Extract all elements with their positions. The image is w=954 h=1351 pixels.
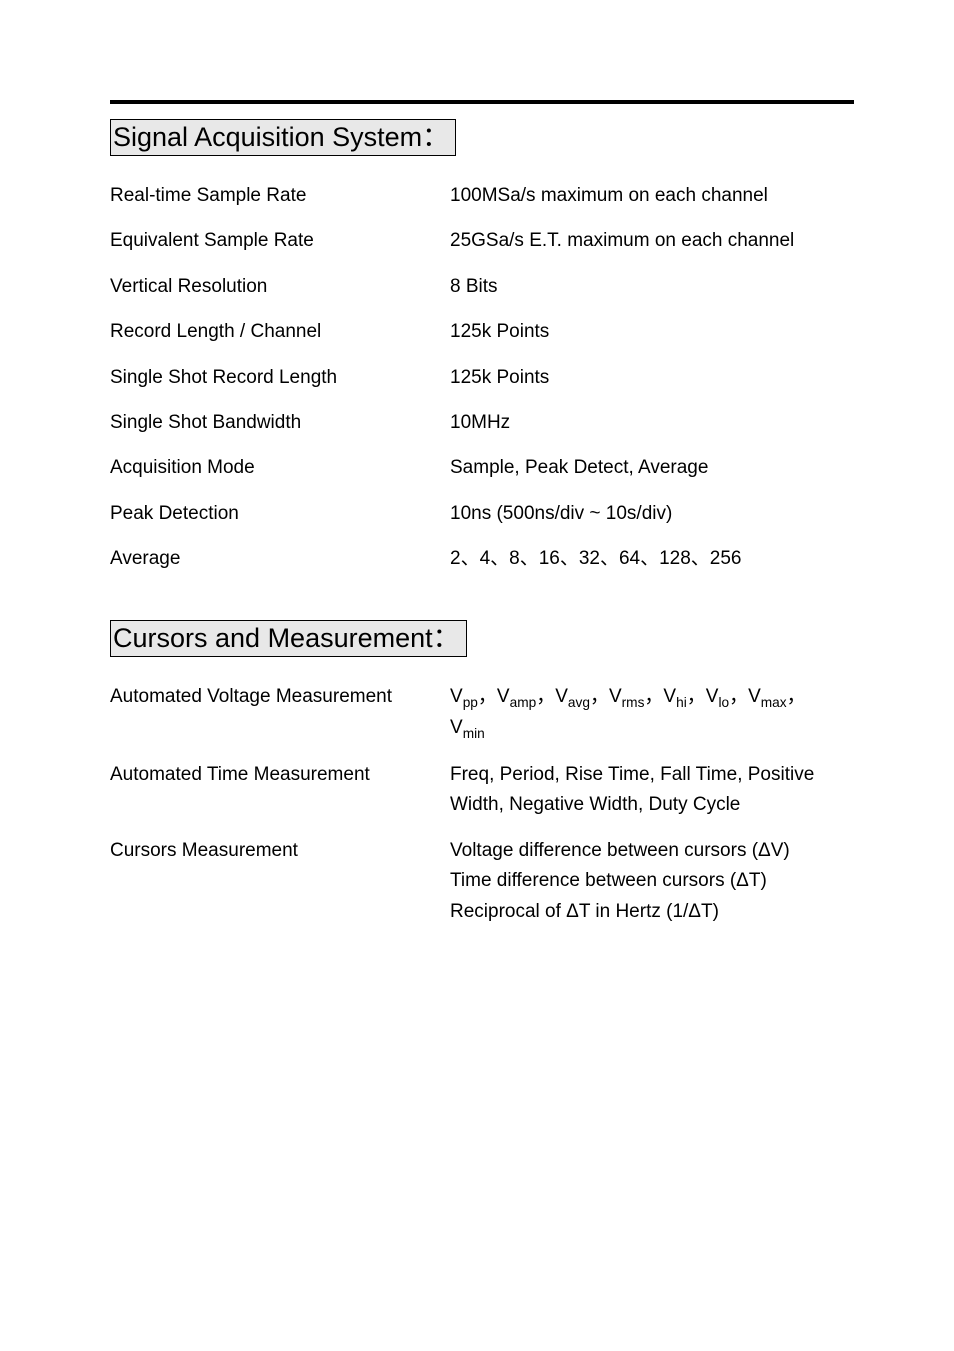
spec-value: 100MSa/s maximum on each channel	[450, 181, 854, 211]
spec-row: Peak Detection 10ns (500ns/div ~ 10s/div…	[110, 499, 854, 529]
spec-value: 8 Bits	[450, 272, 854, 302]
spec-label: Automated Voltage Measurement	[110, 682, 450, 712]
spec-value: 10ns (500ns/div ~ 10s/div)	[450, 499, 854, 529]
spec-label: Peak Detection	[110, 499, 450, 529]
spec-label: Single Shot Bandwidth	[110, 408, 450, 438]
spec-row: Vertical Resolution 8 Bits	[110, 272, 854, 302]
spec-row: Cursors Measurement Voltage difference b…	[110, 836, 854, 927]
spec-value: 125k Points	[450, 363, 854, 393]
spec-label: Real-time Sample Rate	[110, 181, 450, 211]
spec-value: Vpp，Vamp，Vavg，Vrms，Vhi，Vlo，Vmax，Vmin	[450, 682, 854, 745]
document-page: Signal Acquisition System： Real-time Sam…	[0, 0, 954, 1351]
spec-row: Single Shot Bandwidth 10MHz	[110, 408, 854, 438]
spec-row: Equivalent Sample Rate 25GSa/s E.T. maxi…	[110, 226, 854, 256]
spec-label: Equivalent Sample Rate	[110, 226, 450, 256]
spec-row: Automated Voltage Measurement Vpp，Vamp，V…	[110, 682, 854, 745]
spec-label: Cursors Measurement	[110, 836, 450, 866]
spec-row: Automated Time Measurement Freq, Period,…	[110, 760, 854, 821]
spec-row: Single Shot Record Length 125k Points	[110, 363, 854, 393]
cursors-measurement-table: Automated Voltage Measurement Vpp，Vamp，V…	[110, 682, 854, 927]
spec-label: Average	[110, 544, 450, 574]
top-rule	[110, 100, 854, 104]
cursors-measurement-title: Cursors and Measurement：	[110, 620, 467, 657]
spec-row: Real-time Sample Rate 100MSa/s maximum o…	[110, 181, 854, 211]
spec-value: 10MHz	[450, 408, 854, 438]
spec-label: Automated Time Measurement	[110, 760, 450, 790]
spec-value: 2、4、8、16、32、64、128、256	[450, 544, 854, 574]
spec-value: Voltage difference between cursors (ΔV)T…	[450, 836, 854, 927]
signal-acquisition-table: Real-time Sample Rate 100MSa/s maximum o…	[110, 181, 854, 575]
spec-label: Vertical Resolution	[110, 272, 450, 302]
spec-row: Acquisition Mode Sample, Peak Detect, Av…	[110, 453, 854, 483]
spec-value: 125k Points	[450, 317, 854, 347]
spec-row: Record Length / Channel 125k Points	[110, 317, 854, 347]
spec-row: Average 2、4、8、16、32、64、128、256	[110, 544, 854, 574]
spec-value: 25GSa/s E.T. maximum on each channel	[450, 226, 854, 256]
spec-label: Single Shot Record Length	[110, 363, 450, 393]
spec-label: Record Length / Channel	[110, 317, 450, 347]
spec-value: Freq, Period, Rise Time, Fall Time, Posi…	[450, 760, 854, 821]
spec-label: Acquisition Mode	[110, 453, 450, 483]
signal-acquisition-title: Signal Acquisition System：	[110, 119, 456, 156]
spec-value: Sample, Peak Detect, Average	[450, 453, 854, 483]
